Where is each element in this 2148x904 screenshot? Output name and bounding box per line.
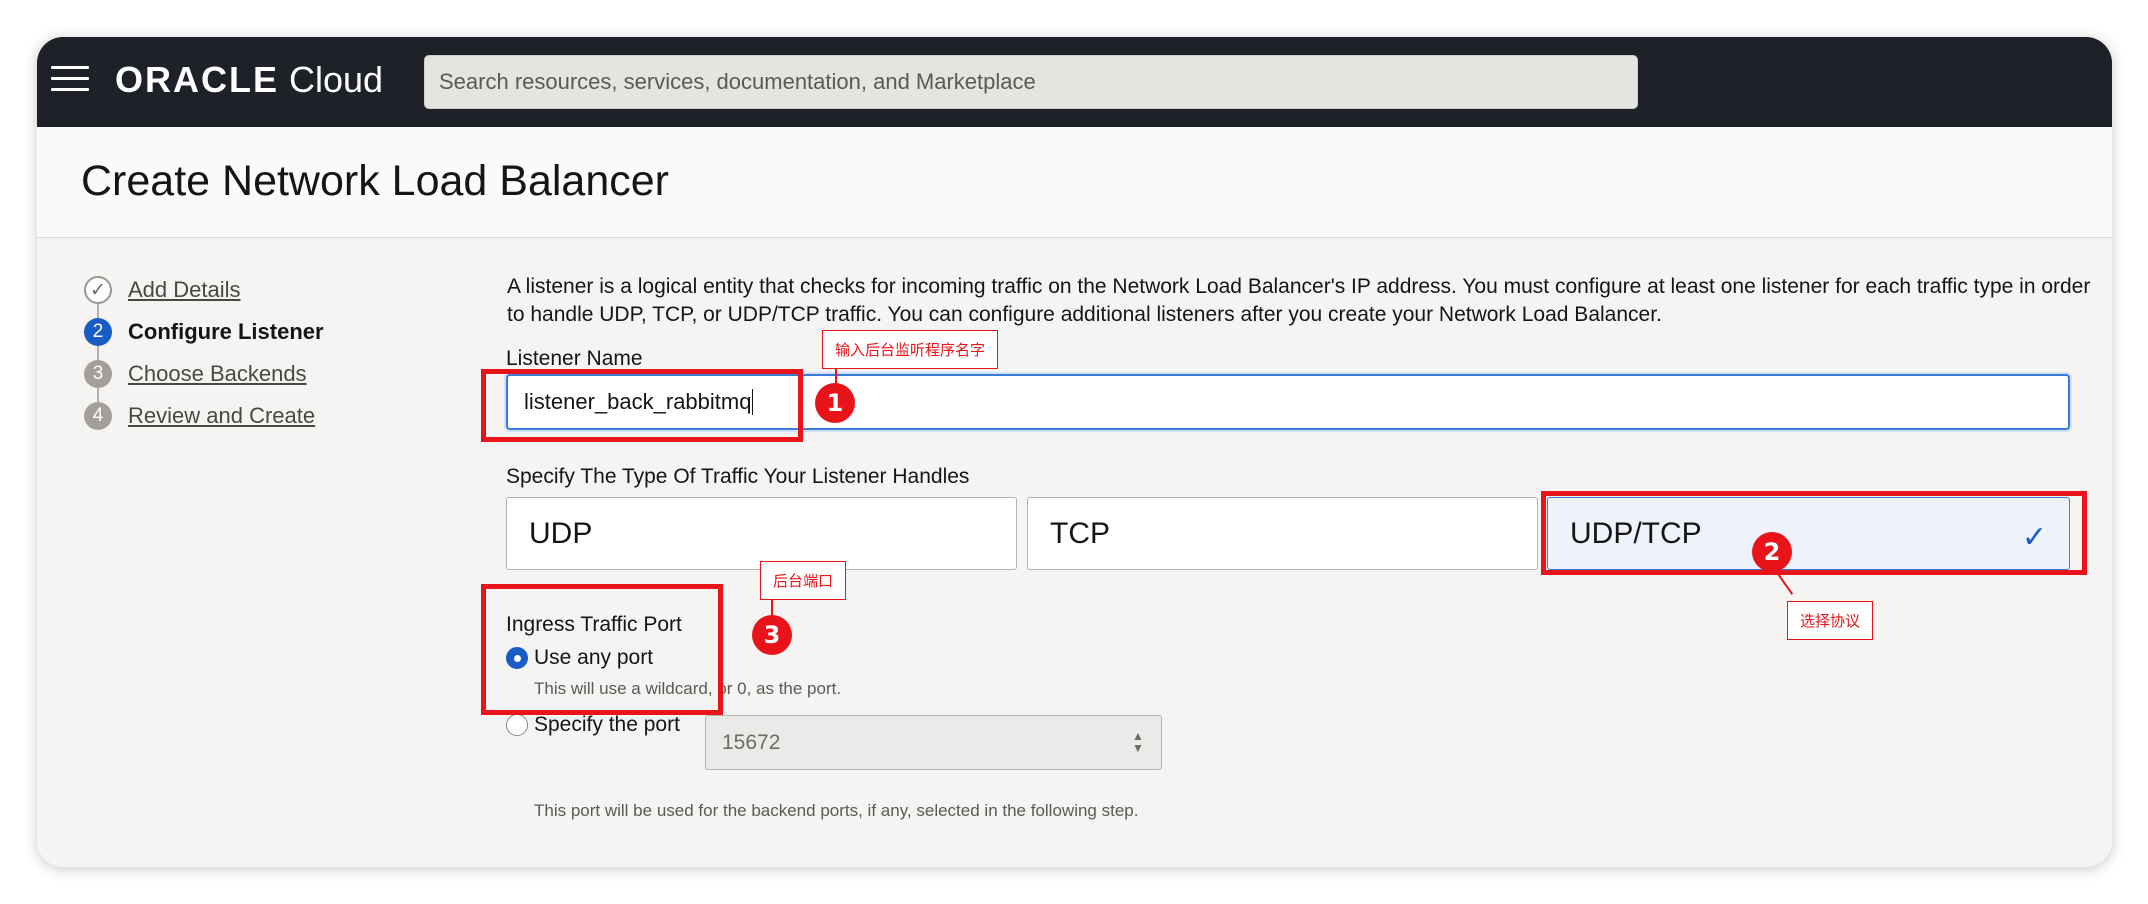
traffic-type-label: Specify The Type Of Traffic Your Listene… — [506, 465, 970, 488]
traffic-option-label: UDP — [529, 516, 593, 550]
annotation-badge: 1 — [815, 383, 855, 423]
listener-name-label: Listener Name — [506, 347, 643, 370]
step-review-create[interactable]: 4 Review and Create — [84, 395, 324, 437]
step-configure-listener: 2 Configure Listener — [84, 311, 324, 353]
radio-label: Specify the port — [534, 713, 680, 736]
oracle-cloud-logo[interactable]: ORACLE Cloud — [115, 55, 383, 105]
hamburger-menu-icon[interactable] — [51, 66, 89, 94]
annotation-callout: 输入后台监听程序名字 — [822, 330, 999, 369]
step-label[interactable]: Choose Backends — [128, 361, 307, 387]
annotation-box-listener-name — [481, 369, 803, 442]
step-label[interactable]: Add Details — [128, 277, 241, 303]
annotation-badge: 2 — [1752, 532, 1792, 572]
annotation-callout: 后台端口 — [760, 561, 847, 600]
top-bar: ORACLE Cloud Search resources, services,… — [37, 37, 2112, 127]
step-done-check-icon: ✓ — [84, 276, 112, 304]
step-add-details[interactable]: ✓ Add Details — [84, 269, 324, 311]
annotation-badge: 3 — [752, 615, 792, 655]
traffic-option-udp[interactable]: UDP — [506, 497, 1017, 570]
step-label: Configure Listener — [128, 319, 324, 344]
step-number: 4 — [84, 402, 112, 430]
port-footer-hint: This port will be used for the backend p… — [534, 801, 1139, 820]
intro-text: A listener is a logical entity that chec… — [507, 275, 2091, 326]
annotation-box-ingress — [481, 584, 723, 715]
step-number: 2 — [84, 318, 112, 346]
search-input[interactable]: Search resources, services, documentatio… — [424, 55, 1638, 109]
step-number: 3 — [84, 360, 112, 388]
brand-cloud: Cloud — [289, 59, 384, 100]
wizard-steps: ✓ Add Details 2 Configure Listener 3 Cho… — [84, 269, 324, 437]
port-number-input[interactable]: 15672 ▲ ▼ — [705, 715, 1162, 770]
brand-oracle: ORACLE — [115, 59, 279, 100]
page-title: Create Network Load Balancer — [81, 157, 669, 205]
page-header: Create Network Load Balancer — [37, 127, 2112, 238]
console-window: ORACLE Cloud Search resources, services,… — [37, 37, 2112, 867]
annotation-box-traffic — [1541, 491, 2087, 575]
annotation-callout: 选择协议 — [1787, 601, 1874, 640]
port-value: 15672 — [722, 730, 781, 754]
radio-button[interactable] — [506, 714, 528, 736]
spinner-arrows-icon[interactable]: ▲ ▼ — [1131, 730, 1145, 756]
traffic-option-label: TCP — [1050, 516, 1110, 550]
radio-specify-port[interactable]: Specify the port — [506, 713, 680, 737]
step-choose-backends[interactable]: 3 Choose Backends — [84, 353, 324, 395]
search-placeholder: Search resources, services, documentatio… — [439, 69, 1036, 94]
step-label[interactable]: Review and Create — [128, 403, 315, 429]
traffic-option-tcp[interactable]: TCP — [1027, 497, 1538, 570]
